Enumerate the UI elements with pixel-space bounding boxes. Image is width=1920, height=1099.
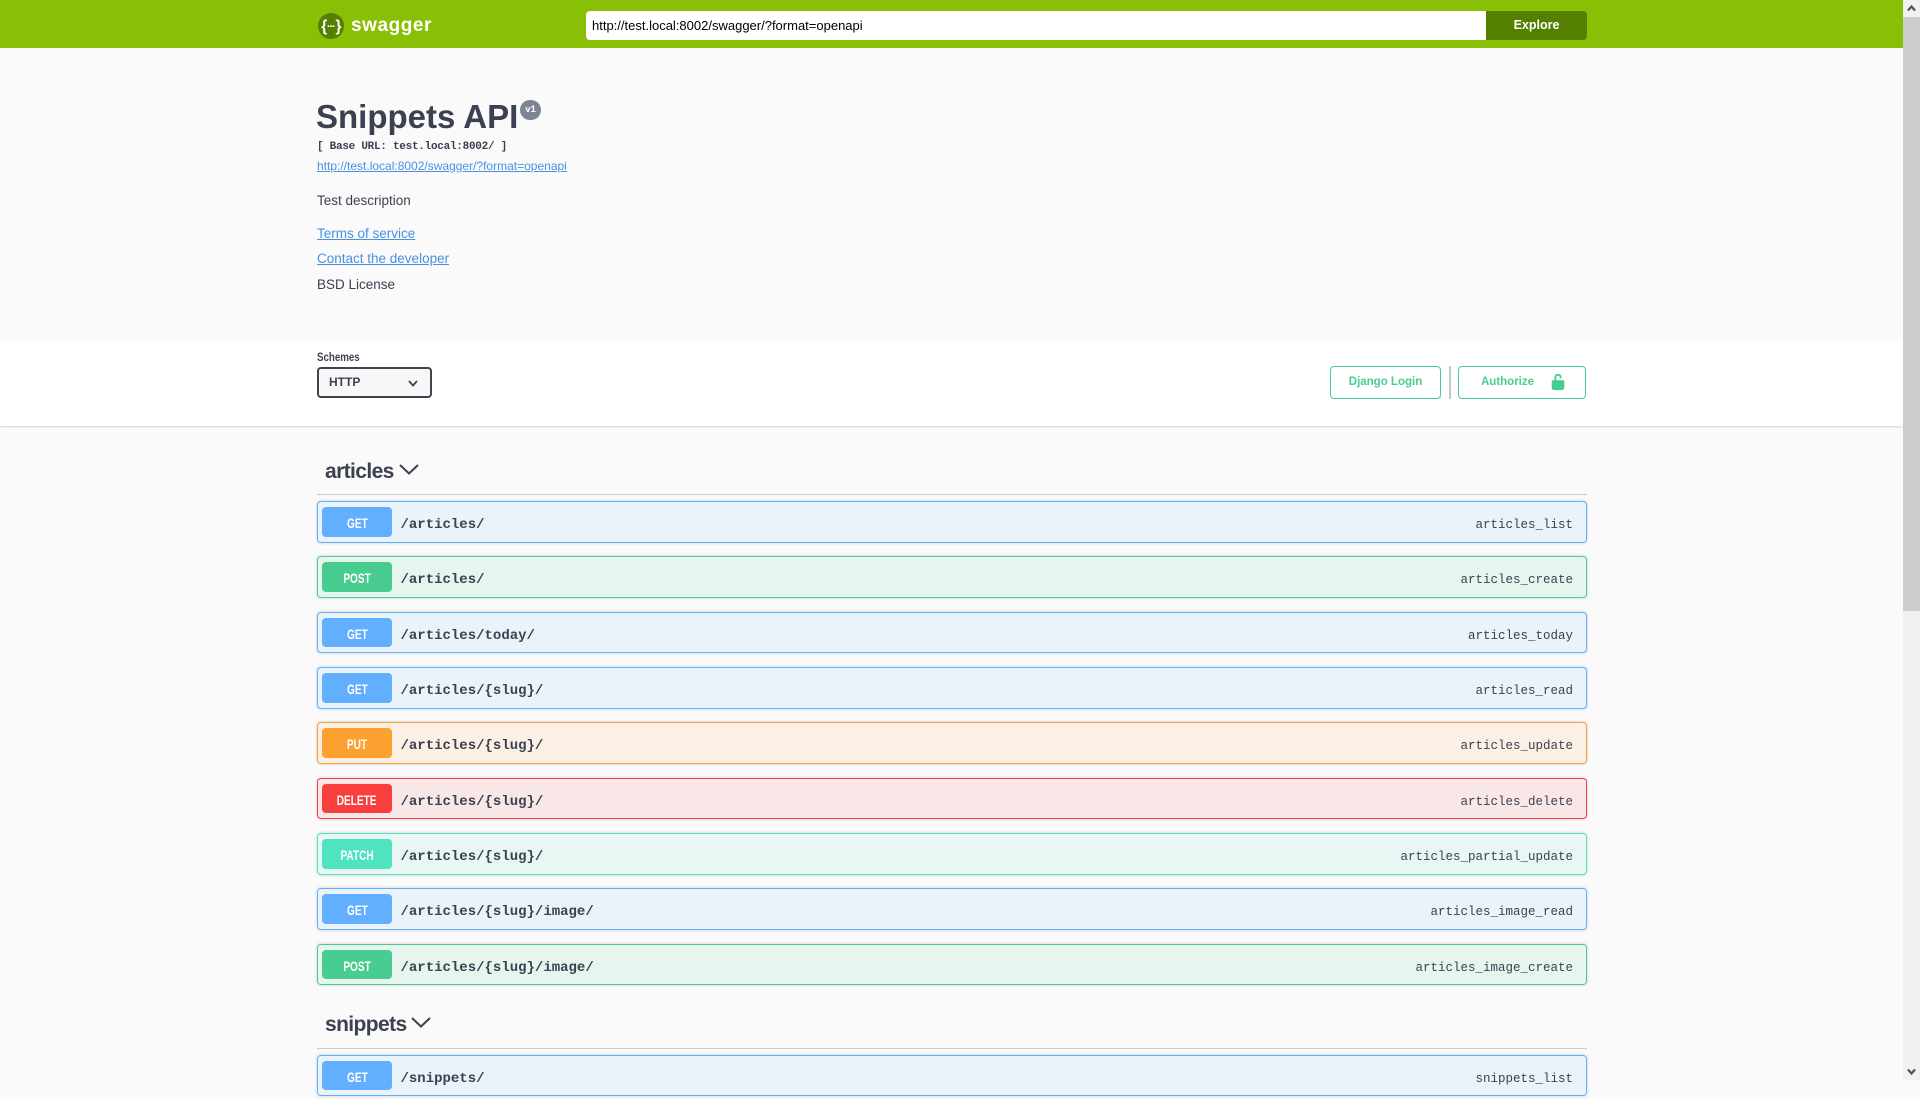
svg-text:{: { <box>321 18 327 35</box>
svg-text:}: } <box>336 18 342 35</box>
